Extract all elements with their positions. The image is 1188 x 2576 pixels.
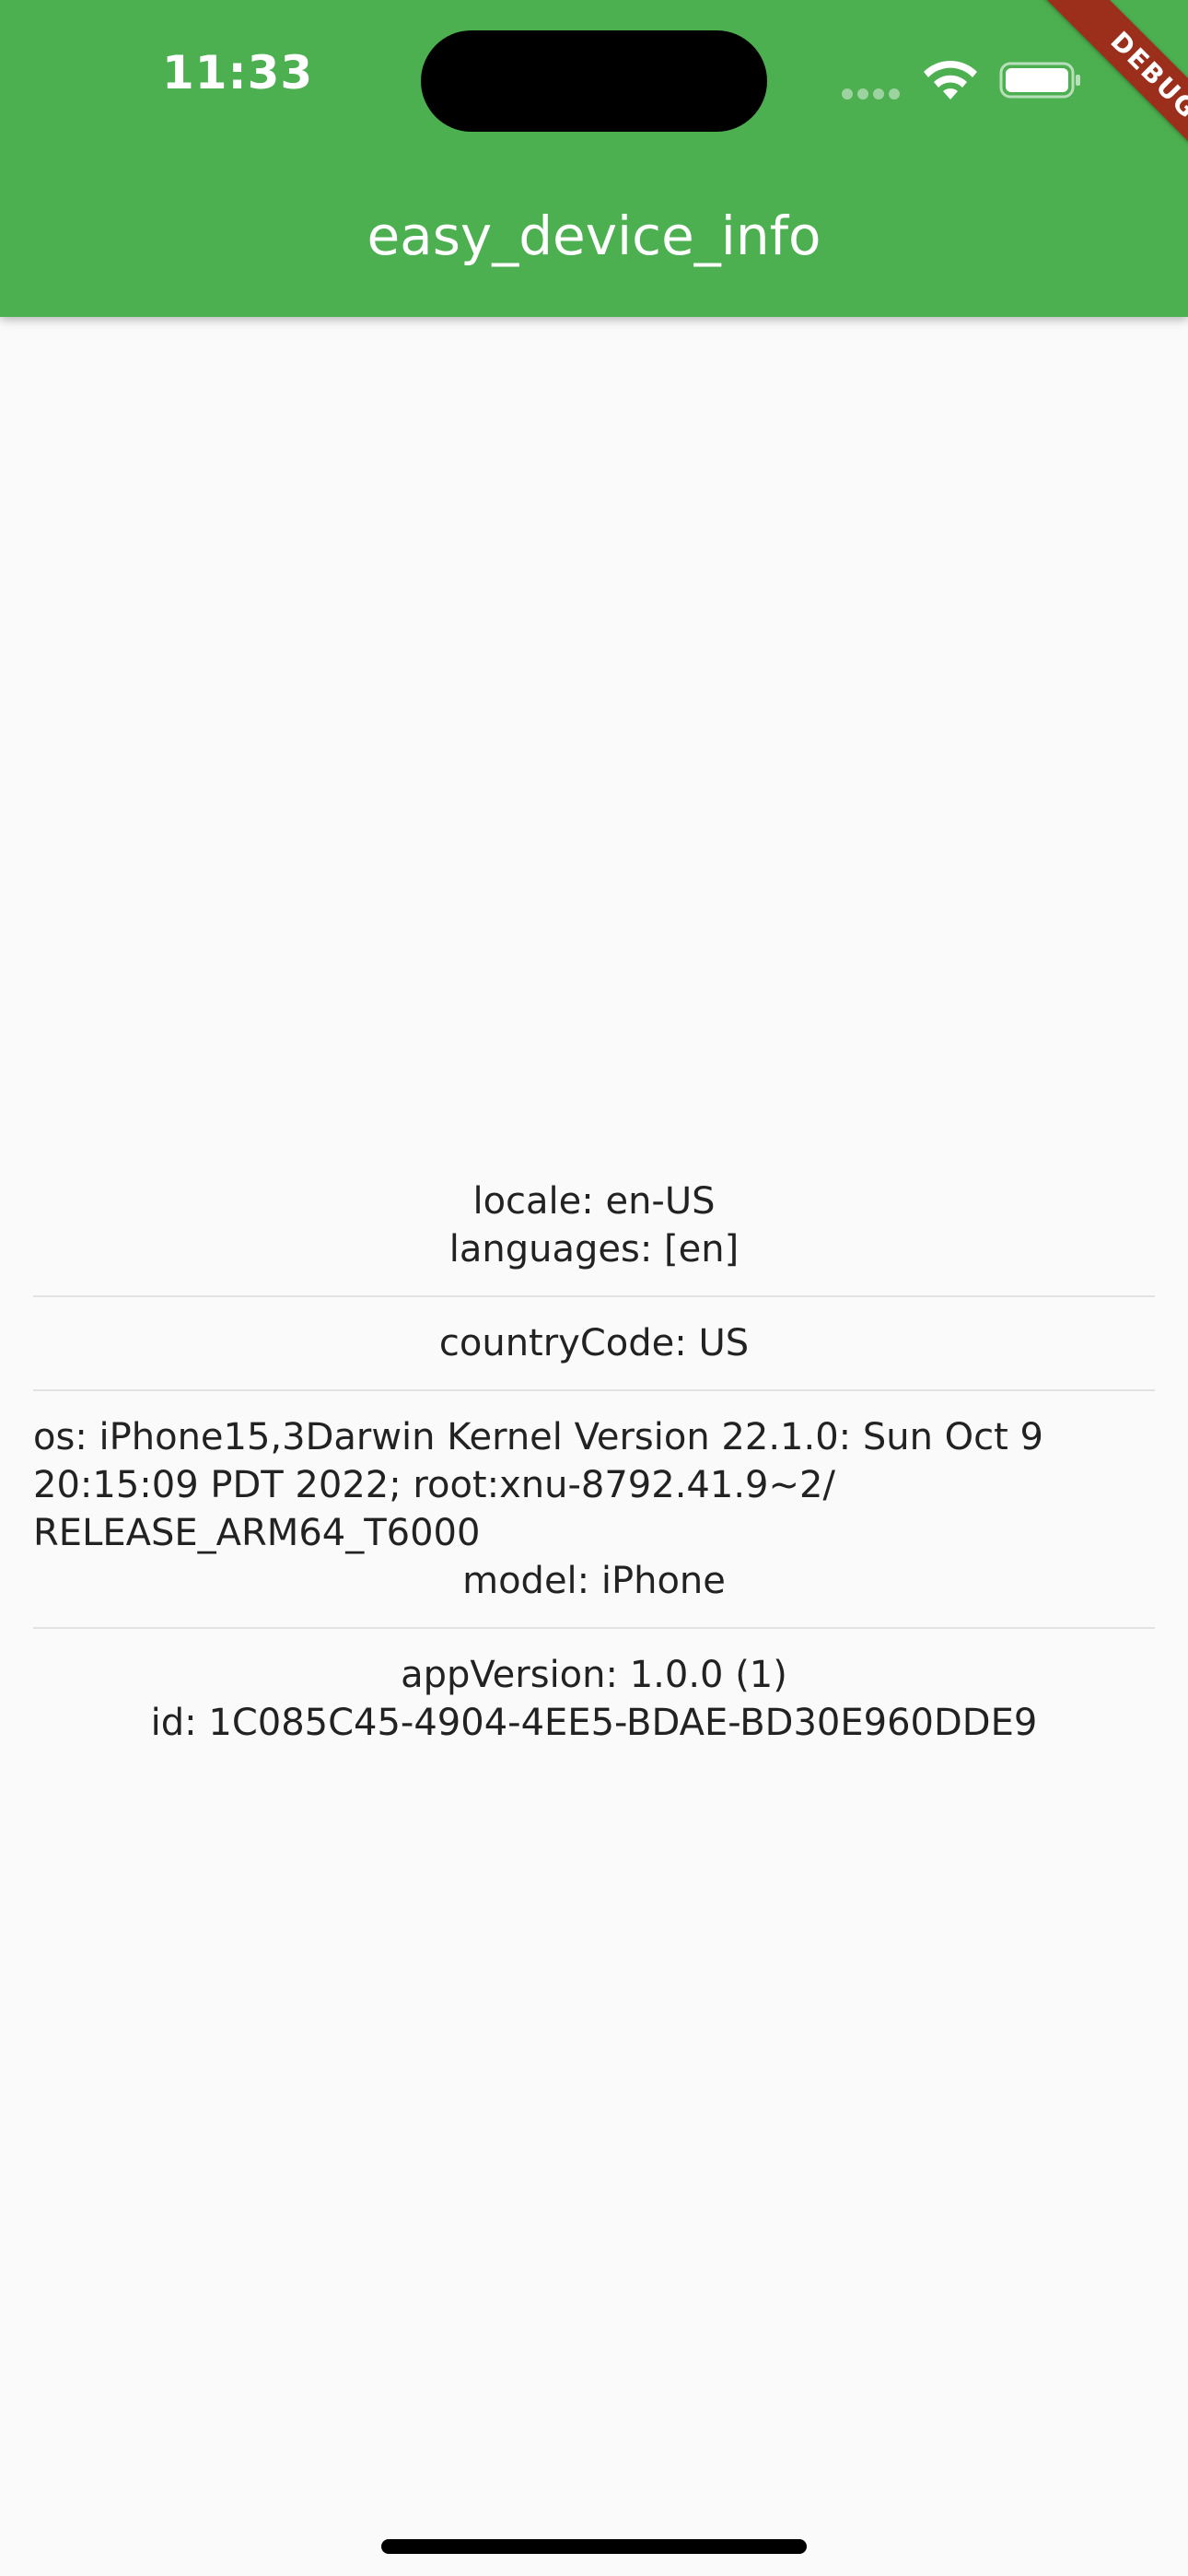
cellular-signal-icon [842,86,906,100]
divider [33,1627,1155,1629]
country-code-text: countryCode: US [438,1322,750,1364]
divider [33,1295,1155,1297]
debug-banner: DEBUG [967,0,1188,221]
divider [33,1389,1155,1391]
locale-text: locale: en-US [472,1180,716,1223]
languages-text: languages: [en] [448,1228,740,1270]
app-screen: 11:33 easy_device_info DEBUG locale: en-… [0,0,1188,2576]
os-text: os: iPhone15,3Darwin Kernel Version 22.1… [33,1416,1043,1554]
dynamic-island [421,30,767,132]
home-indicator[interactable] [381,2539,807,2554]
model-text: model: iPhone [462,1560,726,1602]
app-version-text: appVersion: 1.0.0 (1) [401,1654,787,1696]
device-info-list: locale: en-US languages: [en] countryCod… [33,1177,1155,1747]
device-id-text: id: 1C085C45-4904-4EE5-BDAE-BD30E960DDE9 [150,1702,1038,1744]
status-bar-time: 11:33 [162,46,314,100]
debug-banner-label: DEBUG [1031,0,1188,199]
